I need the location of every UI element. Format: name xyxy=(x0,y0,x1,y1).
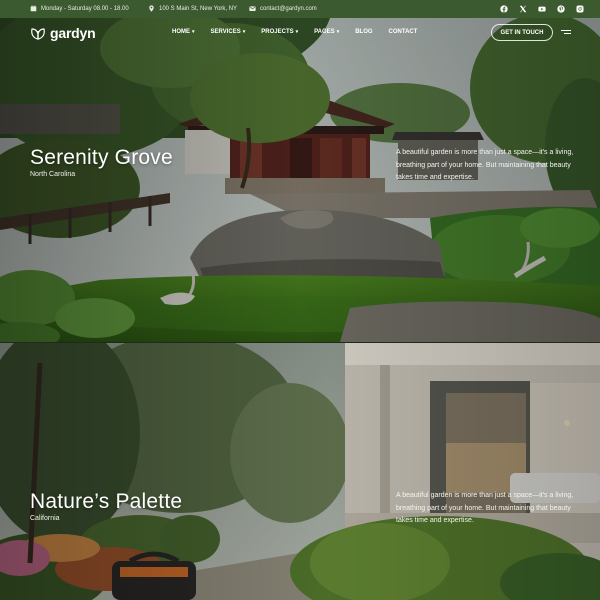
location-pin-icon xyxy=(149,5,154,12)
pinterest-icon[interactable] xyxy=(556,4,565,13)
hamburger-menu-icon[interactable] xyxy=(561,30,571,36)
facebook-icon[interactable] xyxy=(499,4,508,13)
email-text[interactable]: contact@gardyn.com xyxy=(260,6,317,12)
opening-hours: Monday - Saturday 08.00 - 18.00 xyxy=(30,5,129,12)
nav-menu: HOME ▾ SERVICES ▾ PROJECTS ▾ PAGES ▾ BLOG CO… xyxy=(172,29,433,35)
chevron-down-icon: ▾ xyxy=(242,29,246,35)
social-links xyxy=(499,4,584,13)
project-location: California xyxy=(30,515,60,522)
nav-item-label[interactable]: HOME xyxy=(172,29,190,35)
address-text: 100 S Main St, New York, NY xyxy=(159,5,238,12)
top-info-bar: Monday - Saturday 08.00 - 18.00 100 S Ma… xyxy=(0,0,600,18)
project-title[interactable]: Nature’s Palette xyxy=(30,490,182,514)
project-title[interactable]: Serenity Grove xyxy=(30,146,173,170)
nav-item-label[interactable]: SERVICES xyxy=(211,29,241,35)
mail-icon xyxy=(249,6,256,11)
nav-item-projects[interactable]: PROJECTS ▾ xyxy=(261,29,298,35)
address: 100 S Main St, New York, NY xyxy=(148,5,237,12)
chevron-down-icon: ▾ xyxy=(336,29,340,35)
leaf-logo-icon xyxy=(31,28,45,40)
modern-garden-image xyxy=(0,343,600,600)
chevron-down-icon: ▾ xyxy=(192,29,195,35)
logo-text[interactable]: gardyn xyxy=(50,25,96,41)
nav-item-label[interactable]: CONTACT xyxy=(389,29,418,35)
calendar-icon xyxy=(30,5,37,12)
nav-item-contact[interactable]: CONTACT xyxy=(389,29,418,35)
x-icon[interactable] xyxy=(518,4,527,13)
logo[interactable]: gardyn xyxy=(30,25,96,41)
nav-item-label[interactable]: BLOG xyxy=(355,29,372,35)
nav-item-label[interactable]: PAGES xyxy=(314,29,335,35)
opening-hours-text: Monday - Saturday 08.00 - 18.00 xyxy=(41,5,129,12)
project-description: A beautiful garden is more than just a s… xyxy=(396,492,574,524)
project-description: A beautiful garden is more than just a s… xyxy=(396,149,574,181)
project-location: North Carolina xyxy=(30,171,76,178)
nav-item-pages[interactable]: PAGES ▾ xyxy=(314,29,339,35)
project-slide-serenity-grove[interactable]: Serenity Grove North Carolina A beautifu… xyxy=(0,18,600,342)
nav-item-home[interactable]: HOME ▾ xyxy=(172,29,195,35)
project-slide-natures-palette[interactable]: Nature’s Palette California A beautiful … xyxy=(0,343,600,600)
nav-item-services[interactable]: SERVICES ▾ xyxy=(211,29,246,35)
email[interactable]: contact@gardyn.com xyxy=(249,5,317,12)
nav-item-blog[interactable]: BLOG xyxy=(355,29,372,35)
youtube-icon[interactable] xyxy=(537,4,546,13)
main-navigation: gardyn HOME ▾ SERVICES ▾ PROJECTS ▾ PAGES ▾ … xyxy=(0,18,600,48)
nav-item-label[interactable]: PROJECTS xyxy=(261,29,293,35)
chevron-down-icon: ▾ xyxy=(295,29,299,35)
instagram-icon[interactable] xyxy=(575,4,584,13)
get-in-touch-button[interactable]: GET IN TOUCH xyxy=(491,24,553,41)
